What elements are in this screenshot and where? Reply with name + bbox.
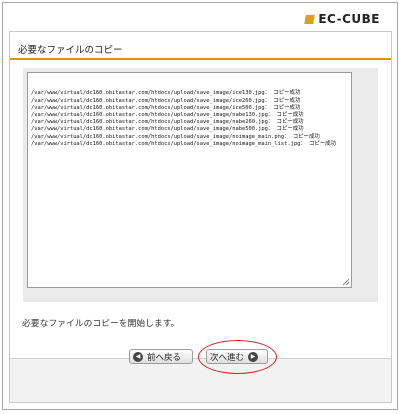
copy-files-panel: 必要なファイルのコピー /var/www/virtual/dc160.obita… (9, 31, 392, 403)
log-line: /var/www/virtual/dc160.obitastar.com/htd… (31, 140, 336, 147)
logo-text: EC-CUBE (318, 12, 380, 26)
status-message: 必要なファイルのコピーを開始します。 (22, 319, 180, 329)
next-button[interactable]: 次へ進む ▶ (206, 349, 268, 364)
installer-window: EC-CUBE 必要なファイルのコピー /var/www/virtual/dc1… (2, 2, 398, 410)
back-button[interactable]: ◀ 前へ戻る (129, 349, 193, 364)
logo-mark-icon (304, 14, 316, 24)
next-button-label: 次へ進む (210, 352, 245, 363)
arrow-right-icon: ▶ (248, 351, 259, 362)
ec-cube-logo: EC-CUBE (304, 12, 380, 26)
back-button-label: 前へ戻る (147, 352, 182, 363)
button-bar (10, 359, 391, 402)
panel-title: 必要なファイルのコピー (10, 32, 391, 60)
log-line: /var/www/virtual/dc160.obitastar.com/htd… (31, 90, 301, 97)
arrow-left-icon: ◀ (133, 351, 143, 362)
copy-log-textarea[interactable]: /var/www/virtual/dc160.obitastar.com/htd… (27, 72, 352, 288)
log-line: /var/www/virtual/dc160.obitastar.com/htd… (31, 133, 320, 140)
resize-grip-icon[interactable] (343, 279, 349, 285)
log-line: /var/www/virtual/dc160.obitastar.com/htd… (31, 104, 301, 111)
log-line: /var/www/virtual/dc160.obitastar.com/htd… (31, 126, 304, 133)
log-line: /var/www/virtual/dc160.obitastar.com/htd… (31, 97, 301, 104)
